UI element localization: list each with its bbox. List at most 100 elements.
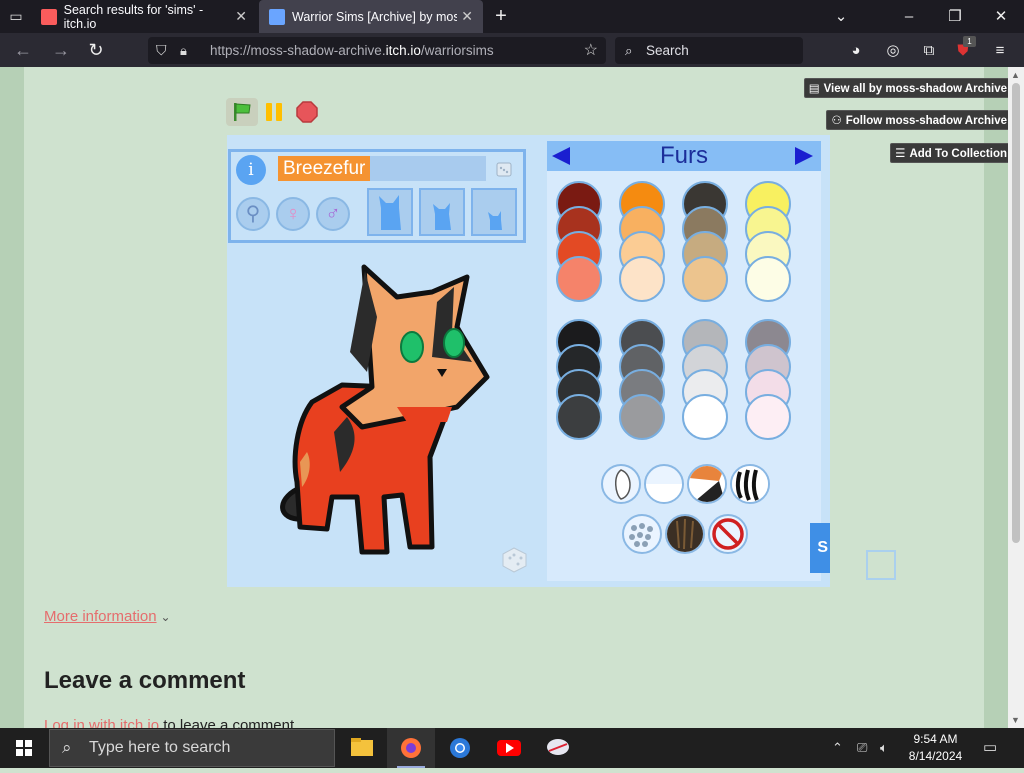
- fur-color-swatch[interactable]: [619, 256, 665, 302]
- shield-icon[interactable]: ⛉: [156, 37, 167, 64]
- reload-icon[interactable]: ↻: [85, 39, 107, 61]
- leave-comment-heading: Leave a comment: [44, 667, 246, 694]
- address-bar[interactable]: ⛉ 🔒︎ https://moss-shadow-archive.itch.io…: [148, 37, 606, 64]
- tab-search-results[interactable]: Search results for 'sims' - itch.io ✕: [31, 0, 257, 33]
- close-icon[interactable]: ✕: [235, 8, 247, 25]
- window-close-icon[interactable]: ✕: [978, 0, 1024, 33]
- game-stage[interactable]: i Breezefur ⚲ ♀ ♂ Furs S: [227, 135, 830, 587]
- new-tab-icon[interactable]: +: [490, 5, 512, 27]
- scroll-thumb[interactable]: [1012, 83, 1020, 543]
- fur-color-swatch[interactable]: [745, 256, 791, 302]
- account-icon[interactable]: ◎: [882, 40, 904, 62]
- gender-neutral-button[interactable]: ⚲: [236, 197, 270, 231]
- name-panel: i Breezefur ⚲ ♀ ♂: [228, 149, 526, 243]
- youtube-icon[interactable]: [485, 728, 533, 768]
- menu-icon[interactable]: ≡: [989, 40, 1011, 62]
- firefox-taskbar-button[interactable]: [387, 728, 435, 768]
- fur-color-swatch[interactable]: [556, 256, 602, 302]
- fur-color-swatch[interactable]: [745, 394, 791, 440]
- stop-button[interactable]: [296, 101, 318, 123]
- chevron-down-icon[interactable]: ⌄: [818, 0, 864, 33]
- page-content: i Breezefur ⚲ ♀ ♂ Furs S More informatio…: [24, 67, 984, 728]
- fur-panel: Furs: [547, 141, 821, 581]
- search-placeholder: Search: [646, 43, 689, 58]
- clock-date: 8/14/2024: [908, 749, 963, 763]
- tab-title: Warrior Sims [Archive] by moss-shadow Ar…: [292, 9, 457, 24]
- next-category-arrow-icon[interactable]: [795, 147, 813, 165]
- cat-name: Breezefur: [278, 156, 371, 181]
- side-tab-button[interactable]: S: [810, 523, 830, 573]
- windows-start-icon[interactable]: [0, 728, 48, 768]
- url-text: https://moss-shadow-archive.itch.io/warr…: [210, 43, 494, 58]
- restore-icon[interactable]: ❐: [932, 0, 978, 33]
- fur-color-swatch[interactable]: [682, 394, 728, 440]
- fur-header: Furs: [547, 141, 821, 171]
- chevron-down-icon: ⌄: [160, 610, 171, 624]
- pattern-lower-white-button[interactable]: [644, 464, 684, 504]
- name-field[interactable]: Breezefur: [278, 156, 486, 181]
- more-information-link[interactable]: More information ⌄: [44, 608, 171, 625]
- network-icon[interactable]: ⎚: [857, 728, 867, 768]
- tab-list-icon[interactable]: ▭: [6, 6, 26, 26]
- search-icon: ⌕: [62, 738, 72, 757]
- follow-button[interactable]: ⚇ Follow moss-shadow Archive: [826, 110, 1013, 130]
- container-icon[interactable]: ◕: [845, 40, 867, 62]
- taskbar-search[interactable]: ⌕ Type here to search: [49, 729, 335, 767]
- add-user-icon: ⚇: [831, 115, 842, 127]
- search-icon: ⌕: [625, 43, 633, 58]
- size-large-button[interactable]: [367, 188, 413, 236]
- pattern-white-patches-button[interactable]: [601, 464, 641, 504]
- clock[interactable]: 9:54 AM 8/14/2024: [898, 731, 973, 765]
- notifications-icon[interactable]: ▭: [983, 728, 997, 768]
- tab-warrior-sims[interactable]: Warrior Sims [Archive] by moss-shadow Ar…: [259, 0, 483, 33]
- fullscreen-icon[interactable]: [866, 550, 896, 580]
- store-icon: ▤: [808, 83, 820, 95]
- page-scrollbar[interactable]: ▲ ▼: [1008, 67, 1024, 728]
- pause-button[interactable]: [266, 103, 284, 121]
- fur-color-swatch[interactable]: [619, 394, 665, 440]
- calico-pattern-icon: [689, 466, 725, 502]
- pattern-spots-button[interactable]: [622, 514, 662, 554]
- lock-icon[interactable]: 🔒︎: [180, 37, 187, 64]
- green-flag-button[interactable]: [226, 98, 258, 126]
- back-icon[interactable]: ←: [12, 39, 34, 61]
- randomize-cat-dice-icon[interactable]: [499, 544, 529, 574]
- file-explorer-icon[interactable]: [338, 728, 386, 768]
- volume-icon[interactable]: 🔈︎: [880, 728, 888, 768]
- search-bar[interactable]: ⌕ Search: [615, 37, 803, 64]
- minimize-icon[interactable]: –: [886, 0, 932, 33]
- page-background: i Breezefur ⚲ ♀ ♂ Furs S More informatio…: [0, 67, 1008, 728]
- size-small-button[interactable]: [471, 188, 517, 236]
- navigation-bar: ← → ↻ ⛉ 🔒︎ https://moss-shadow-archive.i…: [0, 33, 1024, 67]
- pattern-none-button[interactable]: [708, 514, 748, 554]
- close-icon[interactable]: ✕: [461, 8, 473, 25]
- pattern-stripes-button[interactable]: [730, 464, 770, 504]
- view-all-button[interactable]: ▤ View all by moss-shadow Archive: [803, 78, 1013, 98]
- page-favicon-icon: [269, 8, 285, 25]
- app-icon[interactable]: [534, 728, 582, 768]
- browser-tab-bar: ▭ Search results for 'sims' - itch.io ✕ …: [0, 0, 1024, 33]
- male-button[interactable]: ♂: [316, 197, 350, 231]
- scroll-down-icon[interactable]: ▼: [1011, 715, 1020, 725]
- randomize-name-dice-icon[interactable]: [495, 159, 515, 179]
- cat-silhouette-small-icon: [488, 211, 502, 230]
- show-hidden-icons-icon[interactable]: ⌃: [832, 728, 843, 768]
- chrome-icon[interactable]: [436, 728, 484, 768]
- fur-color-swatch[interactable]: [556, 394, 602, 440]
- taskbar-search-placeholder: Type here to search: [89, 739, 231, 756]
- size-medium-button[interactable]: [419, 188, 465, 236]
- pattern-tabby-button[interactable]: [665, 514, 705, 554]
- login-link[interactable]: Log in with itch.io: [44, 717, 159, 728]
- info-button[interactable]: i: [236, 155, 266, 185]
- scroll-up-icon[interactable]: ▲: [1011, 70, 1020, 80]
- pattern-calico-button[interactable]: [687, 464, 727, 504]
- add-to-collection-button[interactable]: ☰ Add To Collection: [890, 143, 1013, 163]
- login-prompt: Log in with itch.io to leave a comment.: [44, 717, 298, 728]
- extensions-icon[interactable]: ⧉: [918, 40, 940, 62]
- fur-color-swatch[interactable]: [682, 256, 728, 302]
- forward-icon[interactable]: →: [50, 39, 72, 61]
- female-button[interactable]: ♀: [276, 197, 310, 231]
- itch-favicon-icon: [41, 8, 57, 25]
- white-patches-pattern-icon: [615, 469, 631, 500]
- bookmark-star-icon[interactable]: ☆: [584, 37, 598, 64]
